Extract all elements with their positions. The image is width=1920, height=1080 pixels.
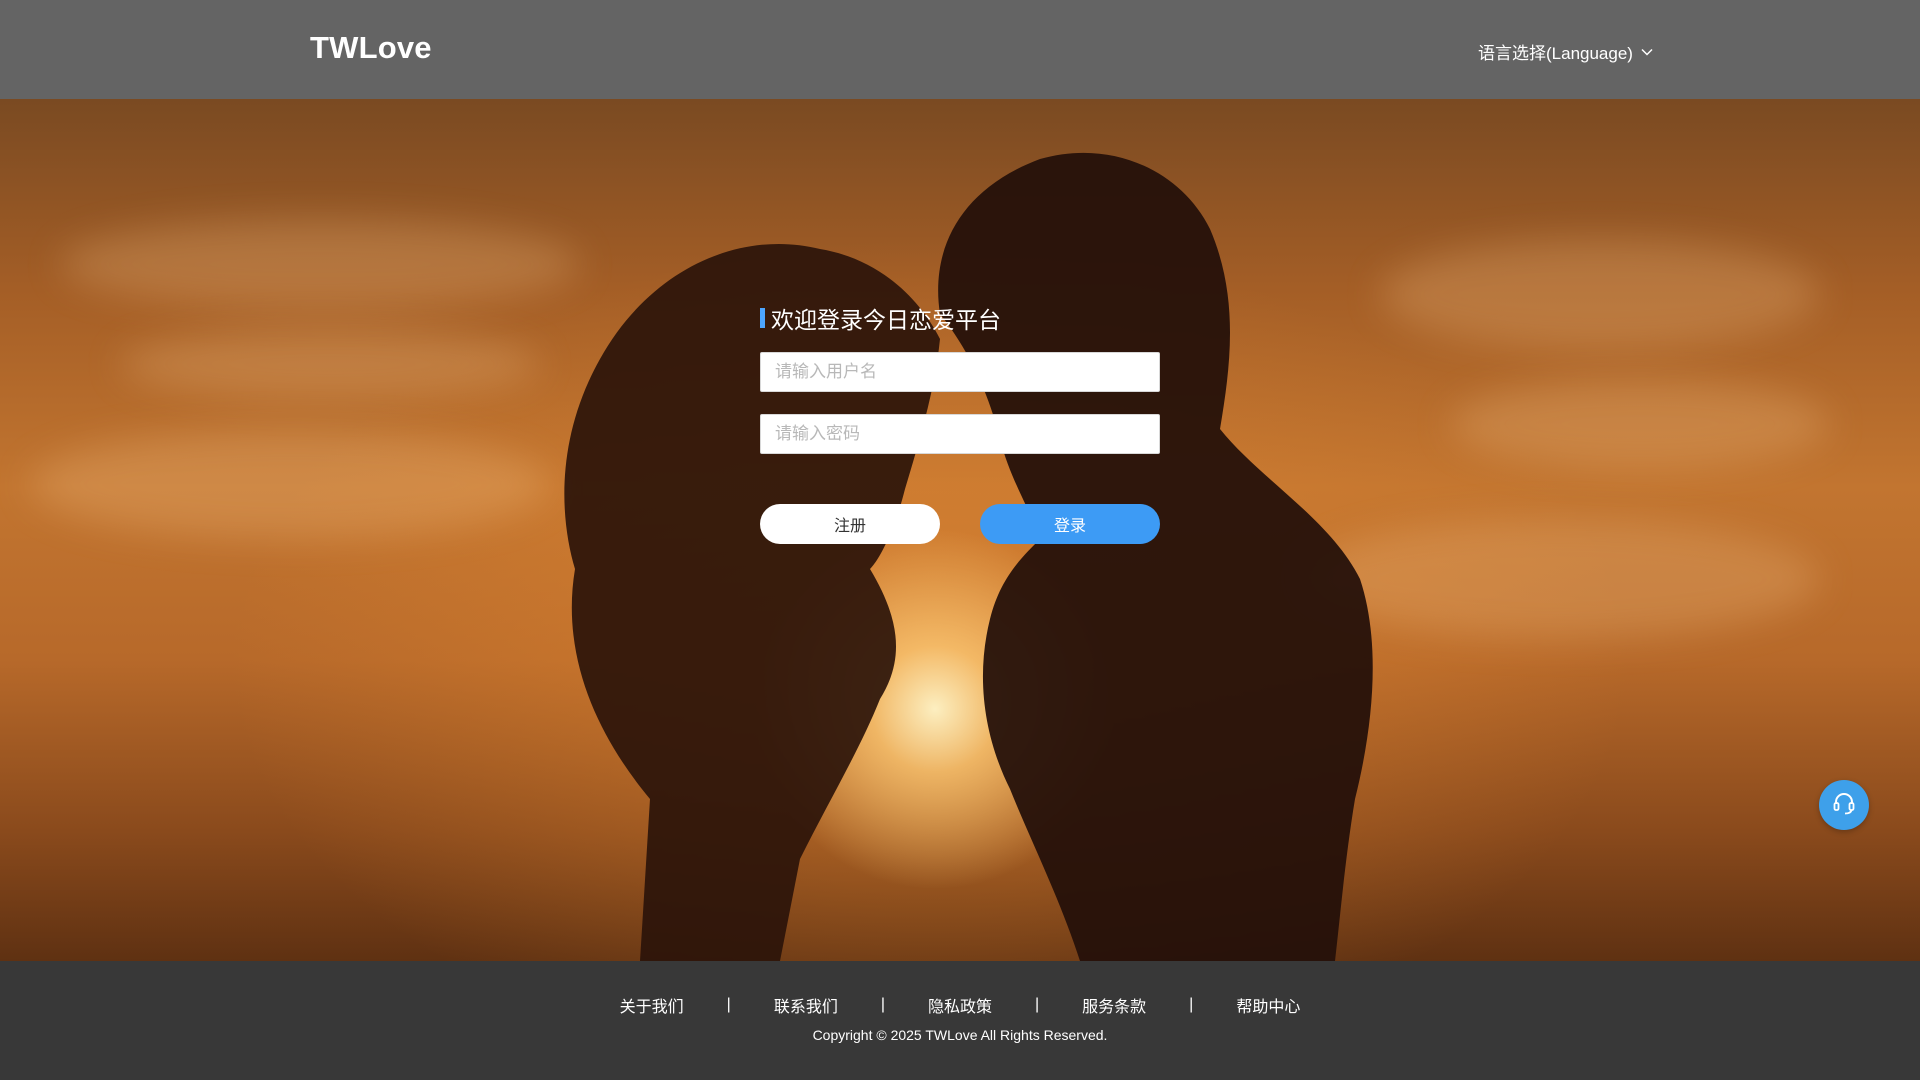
- footer-separator: |: [1035, 996, 1040, 1013]
- top-header: TWLove 语言选择(Language): [0, 0, 1920, 99]
- title-accent-bar: [760, 308, 765, 328]
- footer-links: 关于我们 | 联系我们 | 隐私政策 | 服务条款 | 帮助中心: [0, 993, 1920, 1017]
- login-button[interactable]: 登录: [980, 504, 1160, 544]
- footer-link-help[interactable]: 帮助中心: [1236, 993, 1300, 1017]
- footer-separator: |: [880, 996, 885, 1013]
- site-logo[interactable]: TWLove: [310, 30, 432, 66]
- login-title-text: 欢迎登录今日恋爱平台: [771, 307, 1001, 333]
- couple-silhouette: [564, 152, 1373, 961]
- footer-link-privacy[interactable]: 隐私政策: [928, 993, 992, 1017]
- hero-background: [0, 99, 1920, 961]
- footer-link-contact[interactable]: 联系我们: [774, 993, 838, 1017]
- footer-link-terms[interactable]: 服务条款: [1082, 993, 1146, 1017]
- login-title: 欢迎登录今日恋爱平台: [760, 301, 1001, 335]
- footer-link-about[interactable]: 关于我们: [620, 993, 684, 1017]
- footer-separator: |: [1189, 996, 1194, 1013]
- register-button[interactable]: 注册: [760, 504, 940, 544]
- chevron-down-icon: [1641, 48, 1653, 56]
- customer-service-button[interactable]: [1819, 780, 1869, 830]
- username-input[interactable]: [760, 352, 1160, 392]
- language-selector-label: 语言选择(Language): [1478, 44, 1633, 63]
- footer-separator: |: [726, 996, 731, 1013]
- language-selector[interactable]: 语言选择(Language): [1478, 39, 1653, 64]
- copyright-text: Copyright © 2025 TWLove All Rights Reser…: [812, 1027, 1108, 1043]
- page-footer: 关于我们 | 联系我们 | 隐私政策 | 服务条款 | 帮助中心 Copyrig…: [0, 961, 1920, 1080]
- headset-icon: [1830, 789, 1858, 822]
- password-input[interactable]: [760, 414, 1160, 454]
